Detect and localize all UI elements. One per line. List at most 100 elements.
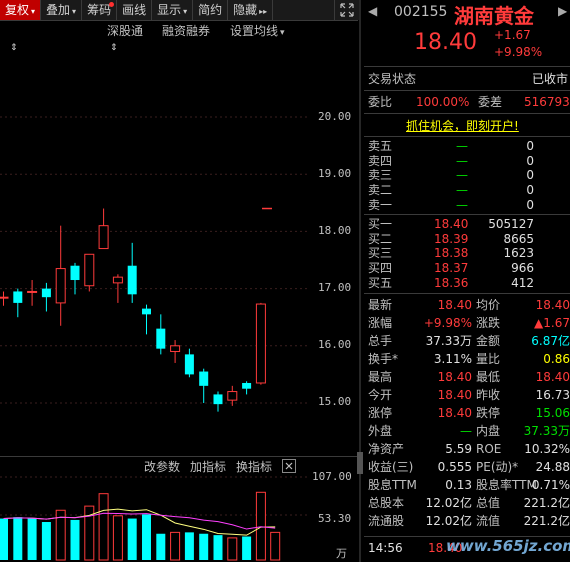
stat-label: 外盘	[368, 424, 393, 438]
buy-level-label: 买一	[368, 217, 393, 231]
volume-chart[interactable]	[0, 476, 358, 562]
buy-book-row: 买三 18.38 1623	[364, 246, 570, 260]
stat-value: 15.06	[535, 406, 570, 420]
stat-row: 净资产 5.59 ROE 10.32%	[364, 440, 570, 458]
close-indicator-button[interactable]	[282, 459, 296, 473]
stat-row: 外盘 — 内盘 37.33万	[364, 422, 570, 440]
sell-book-row: 卖一 — 0	[364, 198, 570, 212]
toolbar-item-label: 简约	[198, 3, 223, 17]
stat-row: 换手* 3.11% 量比 0.86	[364, 350, 570, 368]
volume-bar	[255, 491, 266, 561]
toolbar-item-2[interactable]: 筹码	[82, 0, 118, 20]
sell-level-volume: 0	[526, 153, 534, 168]
add-indicator-button[interactable]: 加指标	[190, 458, 226, 475]
stat-row: 收益(三) 0.555 PE(动)* 24.88	[364, 458, 570, 476]
toolbar-item-5[interactable]: 简约	[193, 0, 229, 20]
tick-time: 14:56	[368, 541, 403, 555]
volume-bar	[270, 531, 281, 561]
panel-divider[interactable]	[359, 0, 361, 562]
volume-bar	[156, 533, 166, 560]
stat-label: 总值	[476, 496, 501, 510]
chevron-down-icon: ▾	[72, 7, 77, 16]
sell-book-row: 卖五 — 0	[364, 139, 570, 153]
weicha-label: 委差	[478, 95, 503, 109]
candlestick-chart[interactable]	[0, 60, 358, 454]
stat-value: 0.71%	[531, 478, 570, 492]
stat-label: 流值	[476, 514, 501, 528]
vol-tick-label: 53.30	[318, 512, 352, 525]
price-change: +1.67	[494, 28, 531, 42]
stat-value: 12.02亿	[425, 496, 472, 510]
candle	[199, 368, 209, 403]
toolbar-item-4[interactable]: 显示 ▾	[152, 0, 194, 20]
buy-level-volume: 966	[511, 261, 534, 276]
buy-level-label: 买二	[368, 231, 393, 246]
trade-status-value: 已收市	[531, 72, 568, 86]
candle	[98, 208, 109, 250]
stat-value: 221.2亿	[523, 514, 570, 528]
collapse-handle-icon[interactable]	[357, 452, 363, 474]
stat-value: 37.33万	[523, 424, 570, 438]
stat-label: 涨幅	[368, 316, 393, 330]
buy-level-volume: 1623	[503, 246, 534, 261]
stat-label: 最新	[368, 298, 393, 312]
subbar-item-margin-trading[interactable]: 融资融券	[162, 22, 210, 40]
last-price: 18.40	[414, 30, 477, 55]
buy-level-volume: 505127	[488, 217, 534, 231]
stat-value: 37.33万	[425, 334, 472, 348]
next-stock-button[interactable]: ▶	[558, 4, 567, 18]
sell-book-row: 卖二 — 0	[364, 183, 570, 197]
stat-value: 0.555	[437, 460, 472, 474]
volume-bar	[170, 531, 181, 561]
toolbar-item-3[interactable]: 画线	[117, 0, 153, 20]
stat-value: 10.32%	[524, 442, 570, 456]
prev-stock-button[interactable]: ◀	[368, 4, 377, 18]
toolbar-item-0[interactable]: 复权 ▾	[0, 0, 42, 20]
separator	[364, 136, 570, 137]
candle	[142, 304, 151, 335]
sell-level-label: 卖一	[368, 197, 393, 212]
stat-label: 跌停	[476, 406, 501, 420]
candle	[184, 348, 194, 378]
stat-value: 5.59	[445, 442, 472, 456]
sell-book-row: 卖四 — 0	[364, 154, 570, 168]
sell-book-row: 卖三 — 0	[364, 168, 570, 182]
buy-level-price: 18.37	[434, 261, 469, 276]
sell-level-label: 卖二	[368, 183, 393, 198]
stat-value: 221.2亿	[523, 496, 570, 510]
toolbar-item-label: 叠加	[46, 3, 71, 17]
buy-level-volume: 412	[511, 275, 534, 290]
subbar-item-set-ma[interactable]: 设置均线 ▾	[230, 22, 285, 40]
modify-params-button[interactable]: 改参数	[144, 458, 180, 475]
expand-icon	[340, 3, 354, 17]
notification-dot-icon	[109, 2, 115, 7]
subbar-item-hk-connect[interactable]: 深股通	[107, 22, 143, 40]
buy-level-label: 买五	[368, 275, 393, 290]
volume-bar	[41, 522, 51, 560]
stat-value: 24.88	[535, 460, 570, 474]
candle	[213, 391, 223, 412]
separator	[364, 113, 570, 114]
toolbar-item-6[interactable]: 隐藏 ▸▸	[228, 0, 274, 20]
sell-level-label: 卖四	[368, 153, 393, 168]
stat-label: 流通股	[368, 514, 405, 528]
open-account-link[interactable]: 抓住机会，即刻开户!	[406, 117, 519, 134]
stat-label: 净资产	[368, 442, 405, 456]
stat-label: PE(动)*	[476, 460, 519, 474]
stat-label: 内盘	[476, 424, 501, 438]
stat-label: 涨跌	[476, 316, 501, 330]
toolbar-item-1[interactable]: 叠加 ▾	[41, 0, 83, 20]
vol-unit-label: 万	[336, 547, 347, 560]
weicha-value: 516793	[524, 95, 570, 109]
volume-bar	[213, 535, 223, 560]
stat-value: 18.40	[535, 298, 570, 312]
sell-level-price: —	[456, 139, 468, 153]
sell-level-volume: 0	[526, 183, 534, 198]
stat-label: 今开	[368, 388, 393, 402]
stat-label: 量比	[476, 352, 501, 366]
fullscreen-button[interactable]	[334, 0, 359, 20]
switch-indicator-button[interactable]: 换指标	[236, 458, 272, 475]
marker-up-icon: ⇕	[10, 43, 18, 53]
buy-level-label: 买四	[368, 261, 393, 276]
price-change-pct: +9.98%	[494, 45, 543, 59]
